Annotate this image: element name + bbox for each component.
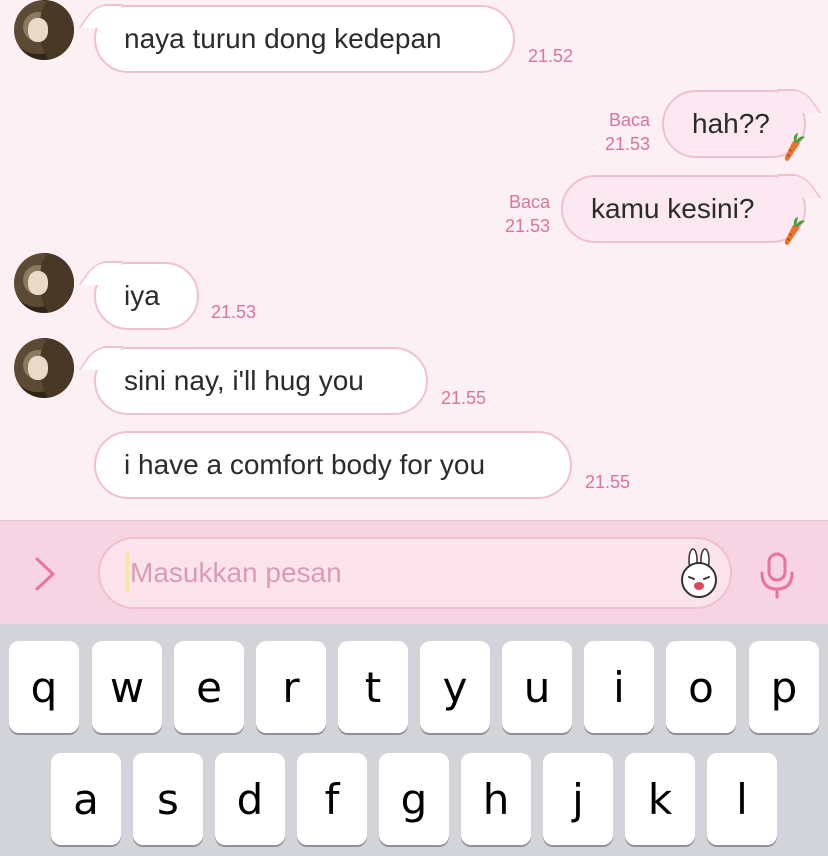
message-time: 21.53 (604, 134, 650, 154)
message-input-placeholder: Masukkan pesan (130, 557, 342, 588)
key-g[interactable]: g (379, 753, 449, 845)
key-f[interactable]: f (297, 753, 367, 845)
carrot-icon (784, 217, 805, 245)
key-u[interactable]: u (502, 641, 572, 733)
carrot-icon (784, 133, 805, 161)
bunny-sticker-icon[interactable] (676, 548, 722, 598)
chat-area[interactable]: naya turun dong kedepan 21.52 Baca 21.53… (0, 0, 828, 520)
message-text: sini nay, i'll hug you (124, 365, 364, 396)
message-text: hah?? (692, 108, 770, 139)
message-bubble-incoming[interactable]: i have a comfort body for you (94, 431, 572, 499)
key-w[interactable]: w (92, 641, 162, 733)
key-o[interactable]: o (666, 641, 736, 733)
message-text: naya turun dong kedepan (124, 23, 442, 54)
key-i[interactable]: i (584, 641, 654, 733)
key-y[interactable]: y (420, 641, 490, 733)
expand-menu-button[interactable] (30, 554, 60, 594)
message-bubble-outgoing[interactable]: kamu kesini? (561, 175, 806, 243)
key-j[interactable]: j (543, 753, 613, 845)
message-bubble-incoming[interactable]: iya (94, 262, 199, 330)
message-text: iya (124, 280, 160, 311)
contact-avatar[interactable] (14, 338, 74, 398)
message-time: 21.52 (528, 46, 574, 66)
key-s[interactable]: s (133, 753, 203, 845)
contact-avatar[interactable] (14, 0, 74, 60)
key-q[interactable]: q (9, 641, 79, 733)
read-status: Baca (608, 110, 650, 130)
read-status: Baca (508, 192, 550, 212)
key-l[interactable]: l (707, 753, 777, 845)
message-time: 21.55 (441, 388, 487, 408)
key-d[interactable]: d (215, 753, 285, 845)
key-h[interactable]: h (461, 753, 531, 845)
key-r[interactable]: r (256, 641, 326, 733)
key-e[interactable]: e (174, 641, 244, 733)
message-time: 21.53 (211, 302, 257, 322)
read-receipt: Baca 21.53 (590, 108, 650, 156)
message-time: 21.53 (504, 216, 550, 236)
key-a[interactable]: a (51, 753, 121, 845)
read-receipt: Baca 21.53 (490, 190, 550, 238)
message-time: 21.55 (585, 472, 631, 492)
text-cursor (126, 552, 129, 592)
microphone-icon[interactable] (757, 551, 797, 599)
key-t[interactable]: t (338, 641, 408, 733)
message-text: i have a comfort body for you (124, 449, 486, 480)
message-bubble-incoming[interactable]: sini nay, i'll hug you (94, 347, 428, 415)
key-p[interactable]: p (749, 641, 819, 733)
contact-avatar[interactable] (14, 253, 74, 313)
key-k[interactable]: k (625, 753, 695, 845)
onscreen-keyboard: q w e r t y u i o p a s d f g h j k l (0, 624, 828, 856)
chevron-right-icon (35, 557, 55, 591)
message-text: kamu kesini? (591, 193, 755, 224)
message-bubble-incoming[interactable]: naya turun dong kedepan (94, 5, 515, 73)
